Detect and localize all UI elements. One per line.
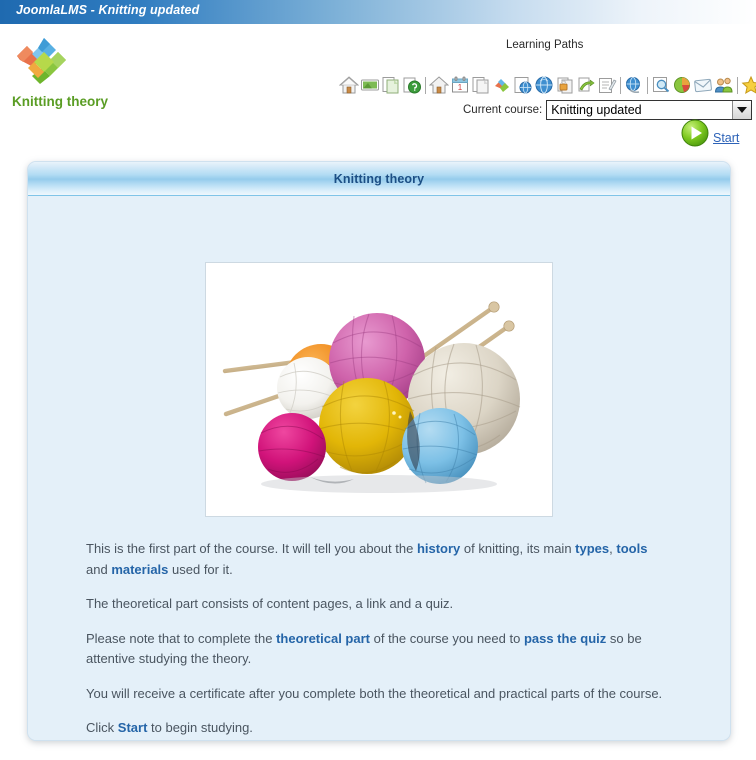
help-globe-icon[interactable]	[402, 75, 422, 95]
paragraph: You will receive a certificate after you…	[86, 684, 672, 705]
toolbar-separator	[737, 76, 738, 94]
toolbar-separator	[620, 76, 621, 94]
body-text: This is the first part of the course. It…	[86, 541, 417, 556]
documents-icon[interactable]	[471, 75, 491, 95]
emphasis-text: types	[575, 541, 610, 556]
learning-paths-icon[interactable]	[492, 75, 512, 95]
window-title: JoomlaLMS - Knitting updated	[16, 3, 200, 17]
green-board-icon[interactable]	[360, 75, 380, 95]
gradebook-icon[interactable]	[597, 75, 617, 95]
branding-block: Knitting theory	[8, 34, 178, 109]
star-icon[interactable]	[741, 75, 756, 95]
paragraph: Please note that to complete the theoret…	[86, 629, 672, 670]
users-icon[interactable]	[714, 75, 734, 95]
messages-icon[interactable]	[693, 75, 713, 95]
current-course-value: Knitting updated	[551, 103, 642, 117]
body-text: Please note that to complete the	[86, 630, 277, 646]
assignments-lock-icon[interactable]	[555, 75, 575, 95]
dropbox-icon[interactable]	[576, 75, 596, 95]
site-title: Knitting theory	[12, 94, 108, 109]
reports-pie-icon[interactable]	[672, 75, 692, 95]
panel-header: Knitting theory	[28, 162, 730, 196]
panel-title: Knitting theory	[333, 171, 425, 186]
body-text: of the course you need to	[370, 630, 524, 646]
pages-icon[interactable]	[381, 75, 401, 95]
image-frame	[205, 262, 553, 517]
paragraph: This is the first part of the course. It…	[86, 539, 672, 580]
course-description: This is the first part of the course. It…	[86, 539, 672, 739]
start-link[interactable]: Start	[713, 131, 739, 145]
toolbar-separator	[425, 76, 426, 94]
home-icon[interactable]	[339, 75, 359, 95]
page-header: Knitting theory Learning Paths 1 Current…	[0, 24, 756, 147]
body-text: used for it.	[168, 561, 233, 577]
body-text: to begin studying.	[147, 720, 253, 736]
emphasis-text: history	[416, 541, 461, 556]
emphasis-text: materials	[111, 561, 169, 577]
play-icon[interactable]	[680, 118, 710, 148]
quiz-globe-icon[interactable]	[534, 75, 554, 95]
yarn-balls-and-knitting-needles-image	[214, 271, 544, 508]
current-course-label: Current course:	[463, 104, 543, 116]
body-text: You will receive a certificate after you…	[86, 685, 663, 701]
current-course-select[interactable]: Knitting updated	[546, 100, 753, 120]
paragraph: Click Start to begin studying.	[86, 718, 672, 739]
learning-paths-label: Learning Paths	[506, 39, 584, 51]
forum-icon[interactable]	[624, 75, 644, 95]
current-course-row: Current course: Knitting updated	[463, 100, 753, 120]
toolbar-separator	[647, 76, 648, 94]
chevron-down-icon[interactable]	[732, 101, 752, 119]
body-text: Click	[86, 720, 118, 736]
joomla-lms-logo-icon[interactable]	[14, 34, 70, 86]
body-text: and	[86, 561, 112, 577]
paragraph: The theoretical part consists of content…	[86, 594, 672, 615]
emphasis-text: Start	[117, 720, 148, 736]
start-block[interactable]: Start	[680, 118, 739, 148]
emphasis-text: tools	[616, 541, 648, 556]
body-text: of knitting, its main	[460, 541, 576, 556]
calendar-icon[interactable]: 1	[450, 75, 470, 95]
web-link-icon[interactable]	[513, 75, 533, 95]
search-icon[interactable]	[651, 75, 671, 95]
module-toolbar: 1	[339, 74, 756, 96]
emphasis-text: theoretical part	[276, 630, 370, 646]
svg-text:1: 1	[458, 83, 463, 92]
body-text: The theoretical part consists of content…	[86, 596, 454, 612]
emphasis-text: pass the quiz	[523, 630, 607, 646]
content-panel: Knitting theory This is the first part o…	[27, 161, 731, 741]
panel-body: This is the first part of the course. It…	[28, 262, 730, 740]
course-home-icon[interactable]	[429, 75, 449, 95]
window-title-bar: JoomlaLMS - Knitting updated	[0, 0, 756, 24]
